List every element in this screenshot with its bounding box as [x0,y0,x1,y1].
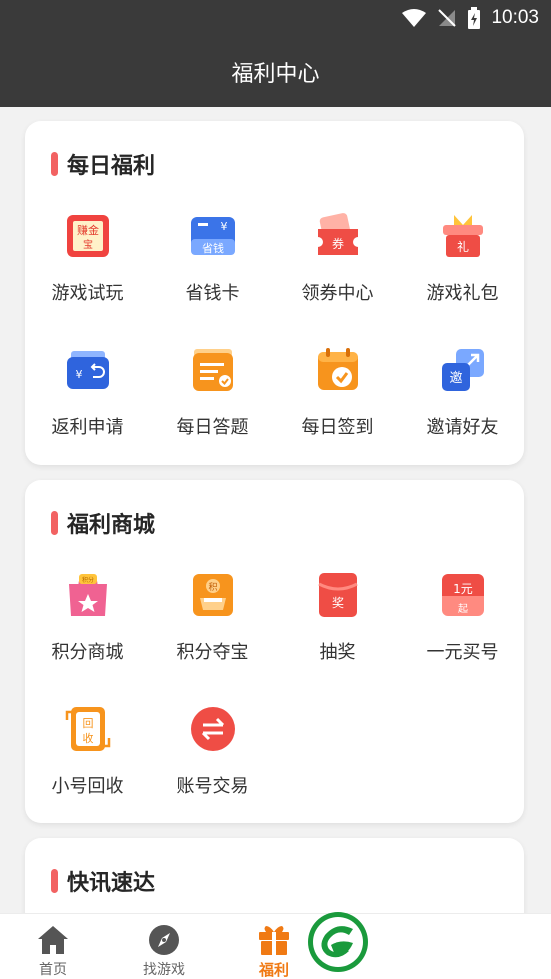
savings-card-icon: ¥ 省钱 [190,217,235,255]
points-treasure-icon: 积 [192,574,233,616]
mall-item-points-treasure[interactable]: 积 积分夺宝 [150,572,275,664]
item-label: 游戏礼包 [426,283,499,304]
section-title-text: 快讯速达 [67,871,156,896]
daily-item-daily-checkin[interactable]: 每日签到 [275,347,400,439]
battery-icon [468,7,481,29]
mall-item-one-yuan-account[interactable]: 1元 起 一元买号 [400,572,525,664]
svg-text:¥: ¥ [220,220,227,233]
tab-find-games[interactable]: 找游戏 [129,914,199,979]
svg-text:¥: ¥ [75,368,82,381]
daily-item-gift-pack[interactable]: 礼 游戏礼包 [400,213,525,305]
quiz-clipboard-icon [192,349,233,391]
lottery-envelope-icon: 奖 [317,573,358,617]
page-title: 福利中心 [231,62,320,87]
section-title: 福利商城 [51,510,156,538]
svg-text:券: 券 [331,236,343,251]
checkin-calendar-icon [317,348,358,390]
item-label: 积分商城 [51,642,124,663]
gift-icon [259,926,289,955]
svg-text:积分: 积分 [81,576,93,584]
svg-text:省钱: 省钱 [202,241,224,255]
item-label: 游戏试玩 [51,283,124,304]
tab-label: 找游戏 [143,962,185,978]
item-label: 领券中心 [301,283,374,304]
item-label: 抽奖 [319,642,356,663]
clock: 10:03 [491,7,539,28]
daily-item-rebate[interactable]: ¥ 返利申请 [25,347,150,439]
mall-item-account-trade[interactable]: 账号交易 [150,706,275,798]
svg-text:赚金: 赚金 [77,223,99,237]
svg-text:收: 收 [82,731,93,745]
section-title-text: 每日福利 [67,154,156,179]
tab-home[interactable]: 首页 [18,914,88,979]
welfare-mall-card: 福利商城 积分 积分商城 积 积分夺宝 奖 抽奖 1元 起 一元买号 回 收 小… [25,480,524,823]
one-yuan-account-icon: 1元 起 [441,574,484,616]
item-label: 小号回收 [51,776,124,797]
daily-item-game-trial[interactable]: 赚金 宝 游戏试玩 [25,213,150,305]
home-icon [38,926,68,954]
app-header: 福利中心 [0,36,551,107]
item-label: 积分夺宝 [176,642,249,663]
no-signal-icon [438,9,457,27]
bottom-tab-bar: 首页 找游戏 福利 [0,913,551,979]
mall-item-account-recycle[interactable]: 回 收 小号回收 [25,706,150,798]
svg-text:礼: 礼 [456,239,468,254]
brand-logo-icon[interactable] [307,911,369,973]
wifi-icon [402,9,427,27]
points-shop-bag-icon: 积分 [68,574,107,616]
mall-item-points-shop[interactable]: 积分 积分商城 [25,572,150,664]
title-accent-bar [51,869,58,893]
tab-label: 福利 [258,961,289,979]
item-label: 邀请好友 [426,417,499,438]
mall-item-lottery[interactable]: 奖 抽奖 [275,572,400,664]
daily-item-coupon-center[interactable]: 券 领券中心 [275,213,400,305]
item-label: 一元买号 [426,642,499,663]
compass-icon [149,925,179,955]
svg-text:积: 积 [208,581,217,593]
tab-welfare[interactable]: 福利 [239,914,309,979]
item-label: 返利申请 [51,417,124,438]
invite-friend-icon: 邀 [441,349,484,391]
item-label: 每日答题 [176,417,249,438]
money-bag-icon: 赚金 宝 [66,215,109,257]
daily-item-daily-quiz[interactable]: 每日答题 [150,347,275,439]
tab-label: 首页 [39,962,67,978]
item-label: 账号交易 [176,776,249,797]
coupon-icon: 券 [317,213,358,255]
gift-pack-icon: 礼 [442,215,483,257]
svg-text:1元: 1元 [453,582,473,596]
section-title: 每日福利 [51,151,156,179]
section-title: 快讯速达 [51,868,156,896]
daily-item-invite-friends[interactable]: 邀 邀请好友 [400,347,525,439]
rebate-wallet-icon: ¥ [66,351,109,389]
svg-text:回: 回 [82,717,93,730]
title-accent-bar [51,152,58,176]
item-label: 省钱卡 [185,283,240,304]
daily-item-savings-card[interactable]: ¥ 省钱 省钱卡 [150,213,275,305]
status-icons: 10:03 [401,6,539,30]
account-recycle-icon: 回 收 [65,707,110,751]
svg-text:邀: 邀 [449,371,462,386]
section-title-text: 福利商城 [67,513,156,538]
daily-welfare-card: 每日福利 赚金 宝 游戏试玩 ¥ 省钱 省钱卡 券 领券中心 礼 游戏礼包 ¥ … [25,121,524,465]
title-accent-bar [51,511,58,535]
item-label: 每日签到 [301,417,374,438]
account-trade-icon [190,707,235,751]
svg-text:宝: 宝 [83,238,93,251]
svg-text:奖: 奖 [331,596,343,610]
status-bar: 10:03 [0,0,551,36]
svg-text:起: 起 [458,603,468,615]
